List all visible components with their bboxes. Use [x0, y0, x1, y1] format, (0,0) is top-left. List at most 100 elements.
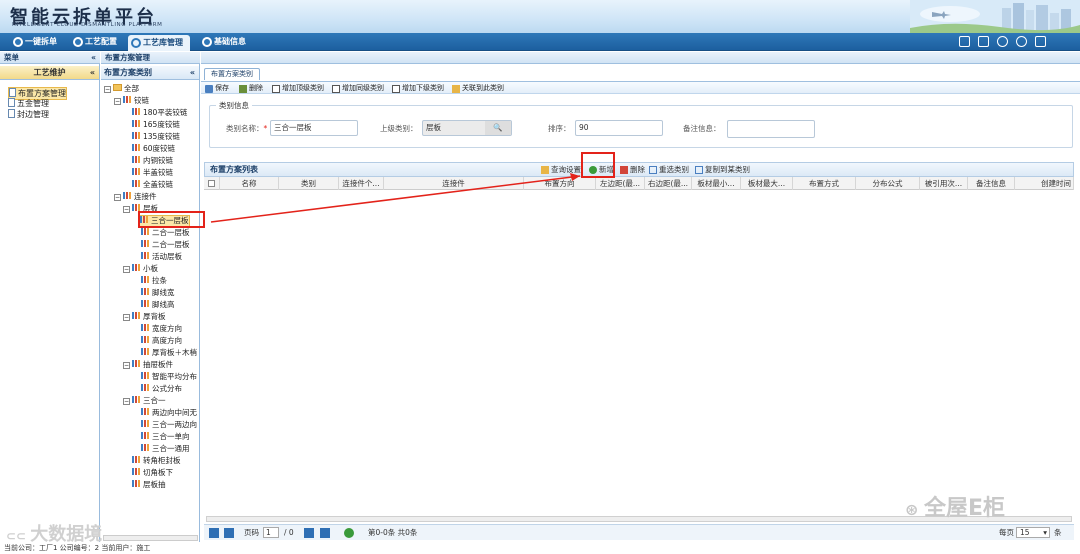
tree-node[interactable]: 高度方向 [141, 336, 182, 346]
tree-node[interactable]: 两边向中间无 [141, 408, 197, 418]
tree-node[interactable]: 脚线宽 [141, 288, 175, 298]
tree-node[interactable]: 智能平均分布 [141, 372, 197, 382]
menu-item-edge-banding[interactable]: 封边管理 [8, 109, 49, 120]
save-button[interactable]: 保存 [205, 83, 229, 94]
nav-process-config[interactable]: 工艺配置 [70, 34, 122, 50]
tree-node[interactable]: 三合一单向 [141, 432, 190, 442]
col-formula[interactable]: 分布公式 [856, 177, 920, 190]
col-created[interactable]: 创建时间 [1015, 177, 1074, 190]
tree-node[interactable]: 转角柜封板 [132, 456, 181, 466]
nav-basic-info[interactable]: 基础信息 [199, 34, 251, 50]
copy-to-category-button[interactable]: 复制到某类别 [695, 165, 750, 175]
collapse-node-icon[interactable]: − [114, 98, 121, 105]
menu-item-hardware[interactable]: 五金管理 [8, 98, 49, 109]
tree-node[interactable]: 三合一两边向 [141, 420, 197, 430]
tree-node[interactable]: 60度铰链 [132, 144, 175, 154]
collapse-node-icon[interactable]: − [123, 398, 130, 405]
nav-one-click-split[interactable]: 一键拆单 [10, 34, 62, 50]
per-page-select[interactable]: 15 ▾ [1016, 527, 1050, 538]
col-min-board[interactable]: 板材最小... [692, 177, 741, 190]
col-ref-count[interactable]: 被引用次... [920, 177, 968, 190]
tree-node[interactable]: − 铰链 [114, 96, 149, 106]
tree-node[interactable]: − 厚背板 [123, 312, 166, 322]
chevron-up-icon[interactable]: « [90, 66, 95, 80]
remark-textarea[interactable] [727, 120, 815, 138]
add-sibling-category-button[interactable]: 增加同级类别 [332, 83, 384, 94]
collapse-node-icon[interactable]: − [114, 194, 121, 201]
tab-layout-category[interactable]: 布置方案类别 [204, 68, 260, 80]
delete-button[interactable]: 删除 [239, 83, 263, 94]
tree-node[interactable]: 层板抽 [132, 480, 166, 490]
col-category[interactable]: 类别 [279, 177, 339, 190]
horizontal-scrollbar[interactable] [103, 535, 198, 541]
tree-label: 小板 [143, 264, 158, 273]
add-top-category-button[interactable]: 增加顶级类别 [272, 83, 324, 94]
nav-process-library[interactable]: 工艺库管理 [128, 35, 190, 51]
tree-node[interactable]: − 全部 [104, 84, 139, 94]
col-direction[interactable]: 布置方向 [524, 177, 596, 190]
category-name-input[interactable]: 三合一层板 [270, 120, 358, 136]
col-layout-mode[interactable]: 布置方式 [793, 177, 856, 190]
tree-node[interactable]: 全盖铰链 [132, 180, 173, 190]
col-name[interactable]: 名称 [220, 177, 279, 190]
gear-icon[interactable] [1016, 36, 1027, 47]
tree-node[interactable]: 内铜铰链 [132, 156, 173, 166]
tree-node[interactable]: 拉条 [141, 276, 167, 286]
reselect-category-button[interactable]: 重选类别 [649, 165, 689, 175]
col-connector[interactable]: 连接件 [384, 177, 524, 190]
tree-node[interactable]: 半盖铰链 [132, 168, 173, 178]
link-to-category-button[interactable]: 关联到此类别 [452, 83, 504, 94]
collapse-node-icon[interactable]: − [104, 86, 111, 93]
col-right-margin[interactable]: 右边距(最... [645, 177, 692, 190]
tree-node[interactable]: 165度铰链 [132, 120, 180, 130]
col-remark[interactable]: 备注信息 [968, 177, 1015, 190]
tree-node[interactable]: − 抽屉板件 [123, 360, 173, 370]
search-icon[interactable]: 🔍 [485, 121, 511, 135]
tree-node[interactable]: 二合一层板 [141, 228, 190, 238]
add-doc-icon [272, 85, 280, 93]
tree-node[interactable]: 三合一通用 [141, 444, 190, 454]
parent-category-select[interactable]: 层板 🔍 [422, 120, 512, 136]
last-page-icon[interactable] [320, 528, 330, 538]
refresh-icon[interactable] [344, 528, 354, 538]
query-settings-button[interactable]: 查询设置 [541, 165, 581, 175]
first-page-icon[interactable] [209, 528, 219, 538]
chart-category-icon [141, 228, 150, 235]
home-icon[interactable] [959, 36, 970, 47]
tree-node[interactable]: 180平装铰链 [132, 108, 187, 118]
next-page-icon[interactable] [304, 528, 314, 538]
tree-node[interactable]: 公式分布 [141, 384, 182, 394]
collapse-node-icon[interactable]: − [123, 314, 130, 321]
lock-icon[interactable] [978, 36, 989, 47]
tree-node[interactable]: 135度铰链 [132, 132, 180, 142]
user-icon[interactable] [997, 36, 1008, 47]
collapse-icon[interactable]: « [91, 52, 96, 63]
menu-section[interactable]: 工艺维护 « [0, 66, 99, 80]
category-tree-panel: 布置方案管理 布置方案类别 « − 全部 − 铰链 180平装铰链 165度铰链 1… [101, 52, 200, 542]
tree-node[interactable]: − 小板 [123, 264, 158, 274]
add-child-category-button[interactable]: 增加下级类别 [392, 83, 444, 94]
collapse-node-icon[interactable]: − [123, 266, 130, 273]
add-child-category-label: 增加下级类别 [402, 84, 444, 92]
list-delete-button[interactable]: 删除 [620, 165, 645, 175]
col-left-margin[interactable]: 左边距(最... [596, 177, 645, 190]
menu-title: 菜单 [4, 53, 19, 62]
tree-node[interactable]: 厚背板＋木梢 [141, 348, 197, 358]
tree-node[interactable]: 宽度方向 [141, 324, 182, 334]
collapse-node-icon[interactable]: − [123, 206, 130, 213]
exit-icon[interactable] [1035, 36, 1046, 47]
col-connector-count[interactable]: 连接件个... [339, 177, 384, 190]
page-input[interactable]: 1 [263, 527, 279, 538]
order-input[interactable]: 90 [575, 120, 663, 136]
tree-node[interactable]: 活动层板 [141, 252, 182, 262]
tree-node[interactable]: 切角板下 [132, 468, 173, 478]
tree-node[interactable]: − 三合一 [123, 396, 166, 406]
collapse-node-icon[interactable]: − [123, 362, 130, 369]
prev-page-icon[interactable] [224, 528, 234, 538]
select-all-checkbox[interactable] [204, 177, 220, 190]
tree-node[interactable]: − 连接件 [114, 192, 157, 202]
collapse-icon[interactable]: « [190, 66, 195, 80]
tree-node[interactable]: 二合一层板 [141, 240, 190, 250]
tree-node[interactable]: 脚线高 [141, 300, 175, 310]
col-max-board[interactable]: 板材最大... [741, 177, 793, 190]
